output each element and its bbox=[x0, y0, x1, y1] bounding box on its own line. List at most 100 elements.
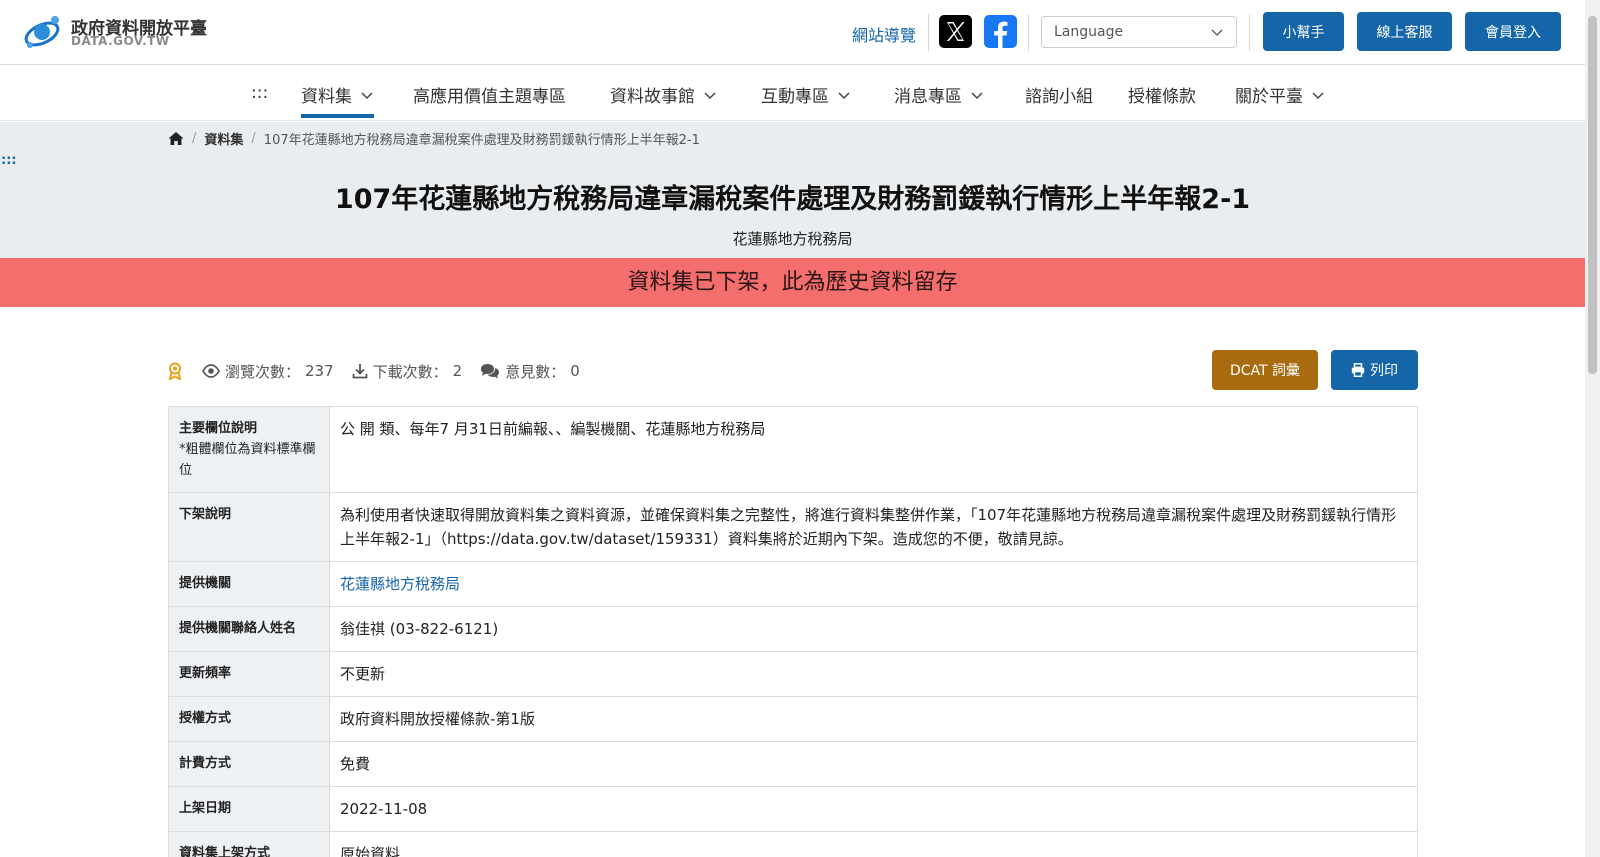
row-label: 提供機關聯絡人姓名 bbox=[168, 606, 330, 652]
row-label-text: 主要欄位說明 bbox=[179, 421, 258, 436]
breadcrumb-datasets[interactable]: 資料集 bbox=[204, 129, 243, 148]
views-label: 瀏覽次數： bbox=[225, 362, 301, 381]
comments-icon bbox=[481, 364, 500, 379]
delisted-alert: 資料集已下架，此為歷史資料留存 bbox=[0, 258, 1585, 307]
nav-item-label: 關於平臺 bbox=[1235, 87, 1303, 107]
chevron-down-icon bbox=[1312, 91, 1324, 99]
nav-item-label: 資料集 bbox=[301, 87, 352, 107]
print-button[interactable]: 列印 bbox=[1331, 350, 1418, 390]
nav-item-label: 資料故事館 bbox=[610, 87, 695, 107]
table-row: 下架說明 為利使用者快速取得開放資料集之資料資源，並確保資料集之完整性，將進行資… bbox=[168, 492, 1418, 562]
row-value: 公 開 類、每年7 月31日前編報、、編製機關、花蓮縣地方稅務局 bbox=[329, 406, 1418, 493]
breadcrumb-current: 107年花蓮縣地方稅務局違章漏稅案件處理及財務罰鍰執行情形上半年報2-1 bbox=[263, 133, 700, 148]
row-value: 花蓮縣地方稅務局 bbox=[329, 561, 1418, 607]
sitemap-link[interactable]: 網站導覽 bbox=[852, 22, 916, 46]
table-row: 計費方式 免費 bbox=[168, 741, 1418, 787]
nav-item-label: 諮詢小組 bbox=[1025, 87, 1093, 107]
nav-item-about[interactable]: 關於平臺 bbox=[1235, 82, 1325, 107]
breadcrumb: / 資料集 / 107年花蓮縣地方稅務局違章漏稅案件處理及財務罰鍰執行情形上半年… bbox=[168, 129, 700, 148]
nav-skip-anchor[interactable]: ::: bbox=[251, 83, 268, 103]
print-button-label: 列印 bbox=[1370, 363, 1398, 379]
content-anchor[interactable]: ::: bbox=[1, 153, 17, 168]
row-label: 上架日期 bbox=[168, 786, 330, 832]
page-hero: / 資料集 / 107年花蓮縣地方稅務局違章漏稅案件處理及財務罰鍰執行情形上半年… bbox=[0, 122, 1585, 258]
nav-item-label: 互動專區 bbox=[761, 87, 829, 107]
nav-item-data-stories[interactable]: 資料故事館 bbox=[610, 82, 717, 107]
chevron-down-icon bbox=[704, 91, 716, 99]
row-value: 翁佳祺 (03-822-6121) bbox=[329, 606, 1418, 652]
table-row: 主要欄位說明 *粗體欄位為資料標準欄位 公 開 類、每年7 月31日前編報、、編… bbox=[168, 406, 1418, 493]
downloads-count: 2 bbox=[452, 362, 463, 380]
table-row: 授權方式 政府資料開放授權條款-第1版 bbox=[168, 696, 1418, 742]
row-value: 原始資料 bbox=[329, 831, 1418, 857]
logo-subtitle: DATA.GOV.TW bbox=[71, 34, 170, 48]
nav-item-interaction[interactable]: 互動專區 bbox=[761, 82, 851, 107]
row-label: 下架說明 bbox=[168, 492, 330, 562]
page-scrollbar[interactable] bbox=[1585, 0, 1600, 857]
nav-item-advisory-group[interactable]: 諮詢小組 bbox=[1025, 82, 1093, 107]
language-select[interactable]: Language bbox=[1041, 16, 1237, 48]
breadcrumb-separator: / bbox=[192, 131, 197, 146]
nav-item-label: 消息專區 bbox=[894, 87, 962, 107]
nav-item-license[interactable]: 授權條款 bbox=[1128, 82, 1196, 107]
facebook-icon[interactable] bbox=[984, 15, 1017, 48]
chevron-down-icon bbox=[838, 91, 850, 99]
nav-item-label: 授權條款 bbox=[1128, 87, 1196, 107]
table-row: 提供機關聯絡人姓名 翁佳祺 (03-822-6121) bbox=[168, 606, 1418, 652]
row-label: 計費方式 bbox=[168, 741, 330, 787]
table-row: 更新頻率 不更新 bbox=[168, 651, 1418, 697]
online-service-button[interactable]: 線上客服 bbox=[1357, 12, 1452, 51]
row-value: 免費 bbox=[329, 741, 1418, 787]
chevron-down-icon bbox=[1211, 29, 1223, 37]
eye-icon bbox=[202, 364, 220, 378]
chevron-down-icon bbox=[361, 91, 373, 99]
table-row: 提供機關 花蓮縣地方稅務局 bbox=[168, 561, 1418, 607]
divider bbox=[928, 14, 929, 51]
dcat-vocabulary-button[interactable]: DCAT 詞彙 bbox=[1212, 350, 1318, 390]
nav-item-news[interactable]: 消息專區 bbox=[894, 82, 984, 107]
chevron-down-icon bbox=[971, 91, 983, 99]
page-agency: 花蓮縣地方稅務局 bbox=[732, 230, 853, 248]
row-label: 提供機關 bbox=[168, 561, 330, 607]
award-icon bbox=[168, 362, 182, 380]
divider bbox=[1249, 14, 1250, 51]
site-header: 政府資料開放平臺 DATA.GOV.TW 網站導覽 Language 小幫手 線… bbox=[0, 0, 1585, 65]
row-label: 資料集上架方式 bbox=[168, 831, 330, 857]
member-login-button[interactable]: 會員登入 bbox=[1465, 12, 1561, 51]
row-value: 2022-11-08 bbox=[329, 786, 1418, 832]
logo-icon bbox=[24, 16, 60, 48]
row-label: 更新頻率 bbox=[168, 651, 330, 697]
table-row: 上架日期 2022-11-08 bbox=[168, 786, 1418, 832]
language-select-value: Language bbox=[1054, 24, 1124, 40]
breadcrumb-separator: / bbox=[251, 131, 256, 146]
table-row: 資料集上架方式 原始資料 bbox=[168, 831, 1418, 857]
main-nav: ::: 資料集 高應用價值主題專區 資料故事館 互動專區 消息專區 諮詢小組 授… bbox=[0, 66, 1585, 121]
comments-stat: 意見數： 0 bbox=[480, 361, 580, 382]
nav-item-high-value-topics[interactable]: 高應用價值主題專區 bbox=[413, 82, 566, 107]
dataset-detail-table: 主要欄位說明 *粗體欄位為資料標準欄位 公 開 類、每年7 月31日前編報、、編… bbox=[168, 406, 1418, 857]
home-icon[interactable] bbox=[168, 131, 184, 146]
agency-link[interactable]: 花蓮縣地方稅務局 bbox=[340, 575, 460, 593]
printer-icon bbox=[1351, 363, 1365, 377]
divider bbox=[1028, 14, 1029, 51]
row-label: 主要欄位說明 *粗體欄位為資料標準欄位 bbox=[168, 406, 330, 493]
comments-count: 0 bbox=[570, 362, 580, 380]
helper-button[interactable]: 小幫手 bbox=[1263, 12, 1344, 51]
dataset-stats: 瀏覽次數： 237 下載次數： 2 意見數： 0 bbox=[168, 360, 592, 382]
nav-item-datasets[interactable]: 資料集 bbox=[301, 82, 374, 118]
comments-label: 意見數： bbox=[505, 362, 566, 381]
x-twitter-icon[interactable] bbox=[939, 15, 972, 48]
downloads-stat: 下載次數： 2 bbox=[352, 361, 463, 382]
row-value: 政府資料開放授權條款-第1版 bbox=[329, 696, 1418, 742]
scrollbar-thumb[interactable] bbox=[1588, 16, 1597, 374]
row-value: 不更新 bbox=[329, 651, 1418, 697]
nav-item-label: 高應用價值主題專區 bbox=[413, 87, 566, 107]
row-label: 授權方式 bbox=[168, 696, 330, 742]
download-icon bbox=[352, 364, 368, 379]
views-count: 237 bbox=[305, 362, 334, 380]
downloads-label: 下載次數： bbox=[372, 362, 448, 381]
row-value: 為利使用者快速取得開放資料集之資料資源，並確保資料集之完整性，將進行資料集整併作… bbox=[329, 492, 1418, 562]
site-logo[interactable]: 政府資料開放平臺 DATA.GOV.TW bbox=[22, 12, 222, 52]
page-title: 107年花蓮縣地方稅務局違章漏稅案件處理及財務罰鍰執行情形上半年報2-1 bbox=[334, 184, 1251, 215]
row-label-note: *粗體欄位為資料標準欄位 bbox=[179, 442, 316, 478]
